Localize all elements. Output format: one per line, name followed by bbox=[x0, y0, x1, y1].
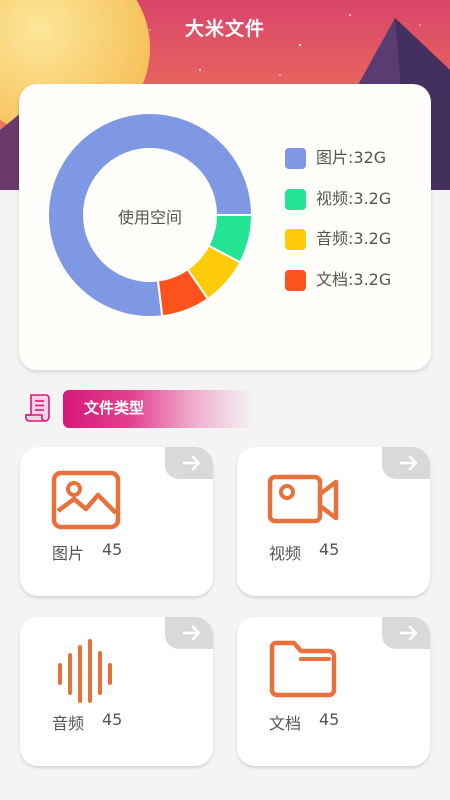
tile-count-documents: 45 bbox=[319, 710, 340, 729]
legend-label-videos: 视频:3.2G bbox=[316, 188, 392, 208]
storage-legend: 图片:32G 视频:3.2G 音频:3.2G 文档:3.2G bbox=[285, 146, 391, 308]
file-type-tile-images[interactable]: 图片 45 bbox=[20, 447, 213, 596]
legend-label-audio: 音频:3.2G bbox=[316, 229, 392, 248]
donut-center-label: 使用空间 bbox=[117, 208, 182, 227]
legend-swatch-audio bbox=[285, 229, 306, 250]
tile-label-documents: 文档 bbox=[269, 714, 302, 733]
legend-swatch-videos bbox=[285, 188, 306, 210]
video-camera-icon bbox=[267, 474, 339, 524]
arrow-right-icon[interactable] bbox=[165, 617, 213, 649]
image-icon bbox=[51, 470, 121, 530]
audio-wave-icon bbox=[58, 639, 112, 703]
legend-item-documents: 文档:3.2G bbox=[285, 268, 391, 309]
section-title: 文件类型 bbox=[84, 399, 145, 417]
tile-count-audio: 45 bbox=[102, 710, 123, 729]
tile-label-audio: 音频 bbox=[52, 714, 85, 733]
legend-label-documents: 文档:3.2G bbox=[316, 269, 392, 289]
legend-swatch-images bbox=[285, 148, 306, 169]
file-type-tile-audio[interactable]: 音频 45 bbox=[20, 617, 213, 766]
arrow-right-icon[interactable] bbox=[165, 447, 213, 479]
document-list-icon bbox=[25, 394, 50, 422]
arrow-right-icon[interactable] bbox=[382, 447, 430, 479]
tile-label-images: 图片 bbox=[52, 544, 85, 563]
tile-label-videos: 视频 bbox=[269, 544, 302, 563]
app-title: 大米文件 bbox=[184, 18, 265, 40]
legend-item-videos: 视频:3.2G bbox=[285, 187, 391, 228]
tile-count-videos: 45 bbox=[319, 540, 340, 559]
file-type-tile-videos[interactable]: 视频 45 bbox=[237, 447, 430, 596]
legend-item-audio: 音频:3.2G bbox=[285, 227, 391, 268]
storage-usage-card: 使用空间 图片:32G 视频:3.2G 音频:3.2G 文档:3.2G bbox=[19, 84, 431, 370]
arrow-right-icon[interactable] bbox=[382, 617, 430, 649]
legend-label-images: 图片:32G bbox=[316, 148, 387, 167]
tile-count-images: 45 bbox=[102, 540, 123, 559]
file-type-tile-documents[interactable]: 文档 45 bbox=[237, 617, 430, 766]
folder-icon bbox=[269, 640, 337, 698]
legend-item-images: 图片:32G bbox=[285, 146, 391, 187]
legend-swatch-documents bbox=[285, 269, 306, 291]
